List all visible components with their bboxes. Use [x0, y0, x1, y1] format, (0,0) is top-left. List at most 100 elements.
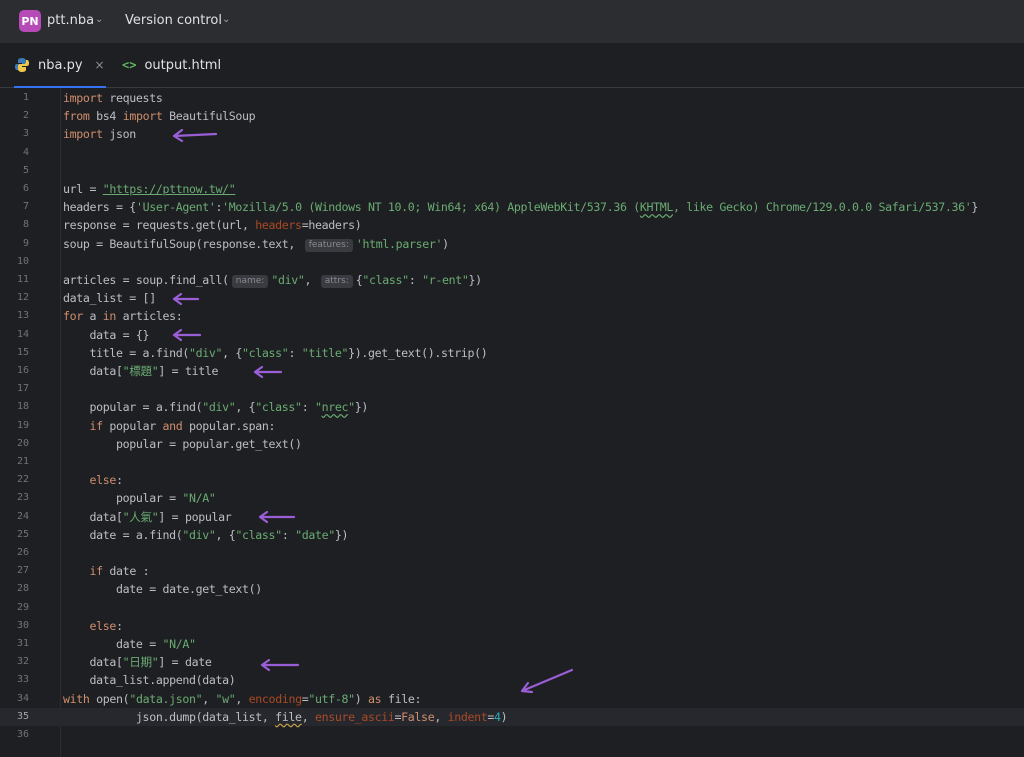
code-line: 1 import requests: [0, 89, 1024, 107]
chevron-down-icon[interactable]: ⌄: [95, 14, 103, 25]
code-text: title = a.find("div", {"class": "title"}…: [63, 345, 488, 360]
line-number: 26: [16, 547, 29, 558]
code-line: 15 title = a.find("div", {"class": "titl…: [0, 344, 1024, 362]
code-line: 21: [0, 453, 1024, 471]
line-number: 3: [22, 128, 29, 140]
code-line: 32 data["日期"] = date: [0, 653, 1024, 671]
line-number: 14: [16, 328, 29, 340]
code-line-current: 35 json.dump(data_list, file, ensure_asc…: [0, 707, 1024, 726]
code-text: if popular and popular.span:: [89, 418, 276, 433]
code-text: json.dump(data_list, file, ensure_ascii=…: [63, 709, 508, 724]
code-line: 31 date = "N/A": [0, 635, 1024, 653]
code-line: 27 if date :: [0, 562, 1024, 580]
code-line: 13 for a in articles:: [0, 307, 1024, 325]
code-line: 3 import json: [0, 125, 1024, 143]
line-number: 35: [16, 710, 29, 722]
line-number: 29: [16, 601, 29, 613]
code-line: 8 response = requests.get(url, headers=he…: [0, 216, 1024, 234]
annotation-arrow-icon: [172, 128, 218, 142]
line-number: 5: [22, 164, 29, 176]
code-line: 19 if popular and popular.span:: [0, 417, 1024, 435]
editor-tab-bar: nba.py × <> output.html: [0, 43, 1024, 88]
line-number: 30: [16, 619, 29, 631]
code-text: headers = {'User-Agent':'Mozilla/5.0 (Wi…: [63, 200, 978, 215]
code-text: from bs4 import BeautifulSoup: [63, 109, 256, 124]
code-line: 33 data_list.append(data): [0, 671, 1024, 689]
line-number: 10: [16, 255, 29, 267]
project-name[interactable]: ptt.nba: [47, 13, 94, 28]
code-line: 25 date = a.find("div", {"class": "date"…: [0, 526, 1024, 544]
line-number: 15: [16, 346, 29, 358]
code-line: 20 popular = popular.get_text(): [0, 435, 1024, 453]
line-number: 36: [16, 729, 29, 740]
html-icon: <>: [122, 58, 137, 72]
code-line: 4: [0, 144, 1024, 162]
code-line: 7 headers = {'User-Agent':'Mozilla/5.0 (W…: [0, 198, 1024, 216]
code-text: else:: [89, 473, 124, 488]
code-line: 2 from bs4 import BeautifulSoup: [0, 107, 1024, 125]
line-number: 32: [16, 656, 29, 668]
project-badge[interactable]: PN: [19, 10, 41, 32]
code-text: with open("data.json", "w", encoding="ut…: [63, 691, 422, 706]
line-number: 6: [22, 183, 29, 194]
code-text: data["標題"] = title: [63, 364, 219, 378]
code-text: date = "N/A": [63, 637, 196, 651]
line-number: 20: [16, 437, 29, 449]
code-line: 16 data["標題"] = title: [0, 362, 1024, 380]
line-number: 9: [22, 237, 29, 249]
code-line: 12 data_list = []: [0, 289, 1024, 307]
tab-output-html[interactable]: <> output.html: [122, 43, 221, 87]
code-line: 23 popular = "N/A": [0, 489, 1024, 507]
tab-nba-py[interactable]: nba.py ×: [14, 43, 106, 88]
parameter-hint: features:: [304, 238, 353, 252]
line-number: 11: [16, 274, 29, 285]
code-text: url = "https://pttnow.tw/": [63, 182, 236, 196]
code-text: for a in articles:: [63, 309, 183, 324]
code-text: import json: [63, 127, 136, 142]
parameter-hint: attrs:: [320, 275, 353, 288]
close-icon[interactable]: ×: [95, 58, 105, 72]
line-number: 1: [22, 92, 29, 103]
code-line: 22 else:: [0, 471, 1024, 489]
tab-label: nba.py: [38, 57, 83, 73]
code-line: 18 popular = a.find("div", {"class": "nr…: [0, 398, 1024, 416]
code-line: 9 soup = BeautifulSoup(response.text, fea…: [0, 235, 1024, 253]
line-number: 13: [16, 310, 29, 322]
line-number: 18: [16, 401, 29, 413]
annotation-arrow-icon: [260, 658, 300, 672]
code-text: data_list = []: [63, 291, 156, 306]
code-editor[interactable]: 1 import requests 2 from bs4 import Beauti…: [0, 88, 1024, 757]
line-number: 8: [22, 219, 29, 231]
line-number: 34: [16, 692, 29, 704]
line-number: 17: [16, 383, 29, 395]
code-text: popular = popular.get_text(): [63, 436, 302, 451]
code-line: 30 else:: [0, 617, 1024, 635]
line-number: 33: [16, 674, 29, 686]
line-number: 21: [16, 456, 29, 467]
line-number: 19: [16, 419, 29, 431]
code-text: date = date.get_text(): [63, 582, 262, 597]
line-number: 2: [22, 110, 29, 122]
code-text: data = {}: [63, 327, 150, 342]
annotation-arrow-icon: [253, 365, 283, 379]
code-text: response = requests.get(url, headers=hea…: [63, 218, 362, 233]
python-icon: [15, 58, 29, 72]
code-text: data_list.append(data): [63, 673, 236, 688]
chevron-down-icon[interactable]: ⌄: [222, 14, 230, 25]
annotation-arrow-icon: [258, 510, 296, 524]
code-text: popular = a.find("div", {"class": "nrec"…: [63, 400, 369, 415]
code-line: 6 url = "https://pttnow.tw/": [0, 180, 1024, 198]
code-line: 5: [0, 162, 1024, 180]
code-text: data["人氣"] = popular: [63, 509, 232, 524]
code-line: 29: [0, 599, 1024, 617]
version-control-menu[interactable]: Version control: [125, 13, 222, 28]
code-line: 24 data["人氣"] = popular: [0, 508, 1024, 526]
code-line: 10: [0, 253, 1024, 271]
code-text: else:: [89, 618, 124, 633]
annotation-arrow-icon: [520, 668, 574, 694]
code-line: 28 date = date.get_text(): [0, 580, 1024, 598]
line-number: 22: [16, 474, 29, 486]
code-text: soup = BeautifulSoup(response.text, feat…: [63, 236, 449, 252]
code-line: 26: [0, 544, 1024, 562]
code-text: popular = "N/A": [63, 491, 216, 506]
